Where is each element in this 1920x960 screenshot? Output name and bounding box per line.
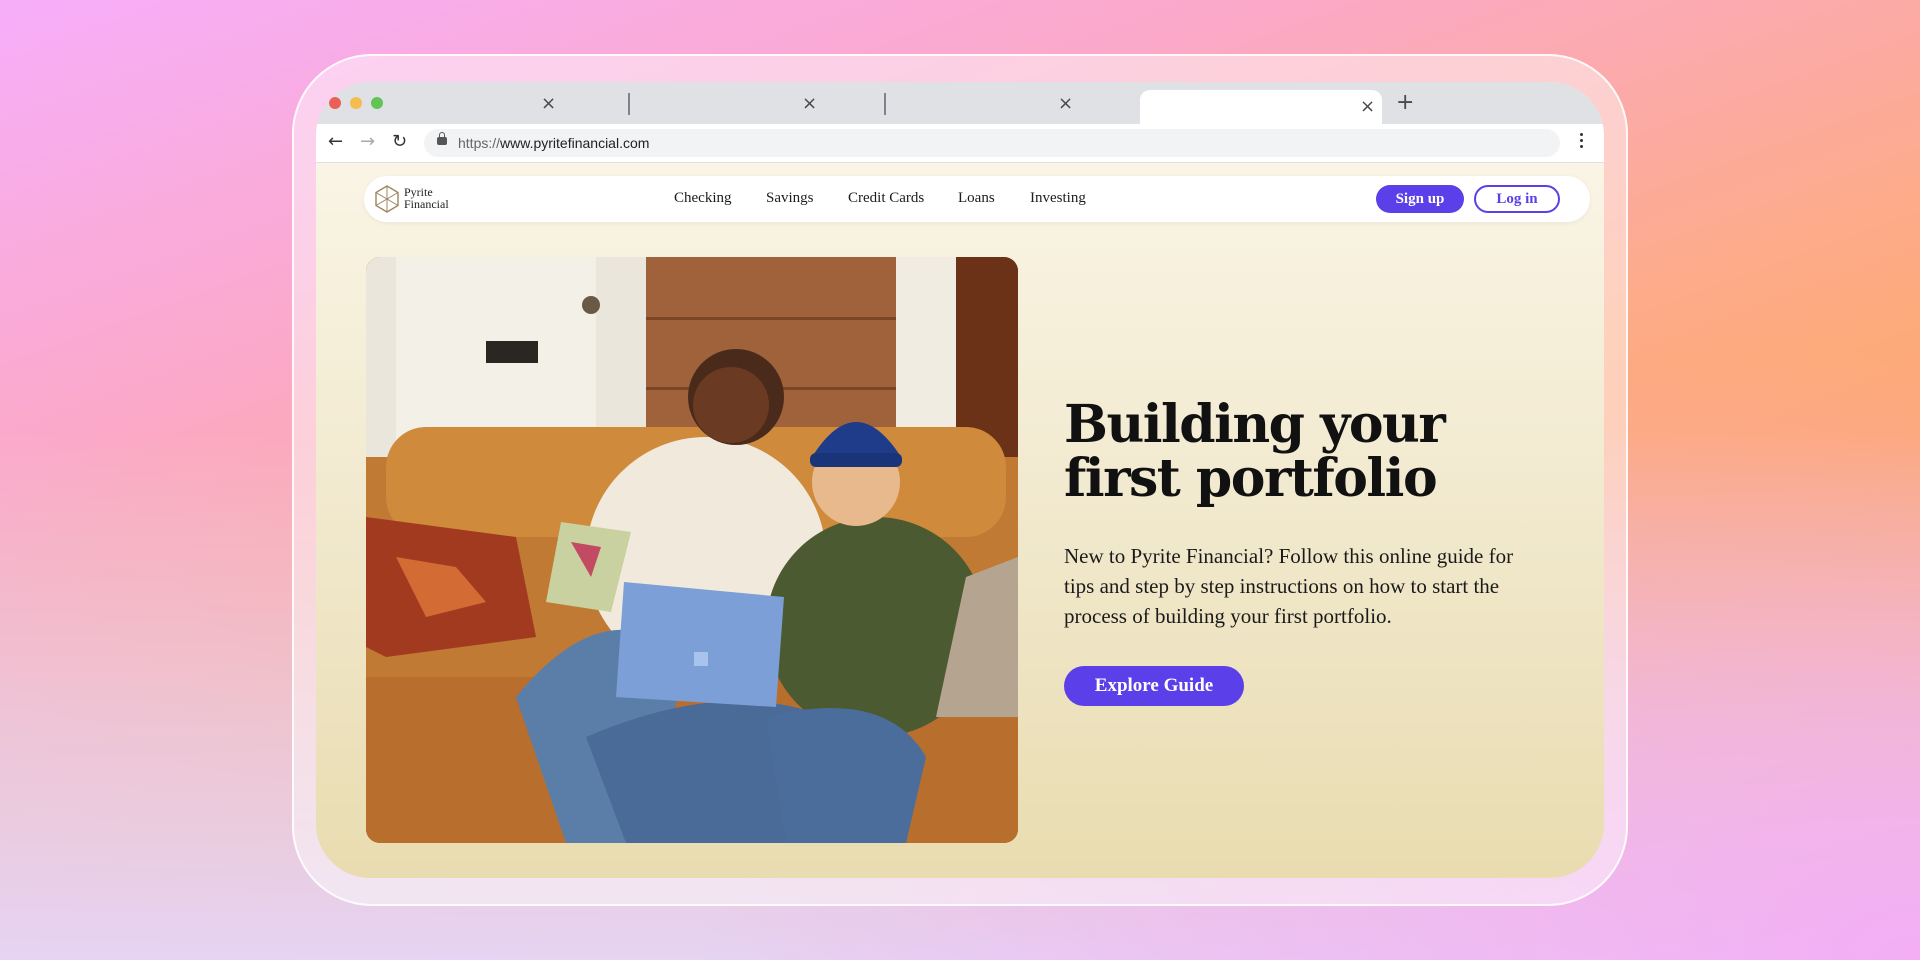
tab-separator	[884, 93, 886, 115]
browser-window: × × × × + ← → ↻ https://www.pyritefinanc…	[316, 82, 1604, 878]
close-icon[interactable]: ×	[802, 95, 817, 113]
logo-line-2: Financial	[404, 197, 449, 211]
headline-line-1: Building your	[1064, 394, 1446, 455]
tab-2[interactable]: ×	[632, 90, 842, 124]
back-arrow-icon[interactable]: ←	[328, 132, 343, 152]
url-field[interactable]: https://www.pyritefinancial.com	[424, 129, 1560, 157]
tab-active[interactable]: ×	[1140, 90, 1382, 124]
headline-line-2: first portfolio	[1064, 448, 1438, 509]
url-host: www.pyritefinancial.com	[500, 135, 650, 151]
logo-wordmark: Pyrite Financial	[404, 186, 449, 210]
url-scheme: https://	[458, 135, 501, 151]
tab-separator	[628, 93, 630, 115]
site-navbar: Pyrite Financial Checking Savings Credit…	[364, 176, 1590, 222]
pyrite-logo[interactable]: Pyrite Financial	[374, 184, 474, 214]
url-text: https://www.pyritefinancial.com	[458, 135, 649, 151]
tab-1[interactable]: ×	[356, 90, 566, 124]
close-icon[interactable]: ×	[541, 95, 556, 113]
hexagon-logo-icon	[375, 185, 399, 213]
explore-guide-button[interactable]: Explore Guide	[1064, 666, 1244, 706]
hero-image	[366, 257, 1018, 843]
tab-bar: × × × × +	[316, 82, 1604, 124]
nav-credit-cards[interactable]: Credit Cards	[848, 190, 924, 207]
hero-description: New to Pyrite Financial? Follow this onl…	[1064, 544, 1514, 628]
reload-icon[interactable]: ↻	[392, 132, 407, 152]
nav-loans[interactable]: Loans	[958, 190, 995, 207]
more-options-icon[interactable]	[1580, 133, 1584, 151]
nav-checking[interactable]: Checking	[674, 190, 732, 207]
close-window-button[interactable]	[329, 97, 341, 109]
hero-photo-illustration	[366, 257, 1018, 843]
close-icon[interactable]: ×	[1058, 95, 1073, 113]
lock-icon	[437, 132, 447, 145]
close-icon[interactable]: ×	[1360, 98, 1375, 116]
address-bar: ← → ↻ https://www.pyritefinancial.com	[316, 124, 1604, 163]
forward-arrow-icon[interactable]: →	[360, 132, 375, 152]
sign-up-button[interactable]: Sign up	[1376, 185, 1464, 213]
hero-headline: Building your first portfolio	[1064, 398, 1524, 506]
nav-savings[interactable]: Savings	[766, 190, 814, 207]
nav-investing[interactable]: Investing	[1030, 190, 1086, 207]
log-in-button[interactable]: Log in	[1474, 185, 1560, 213]
tab-3[interactable]: ×	[888, 90, 1098, 124]
new-tab-icon[interactable]: +	[1396, 92, 1414, 114]
